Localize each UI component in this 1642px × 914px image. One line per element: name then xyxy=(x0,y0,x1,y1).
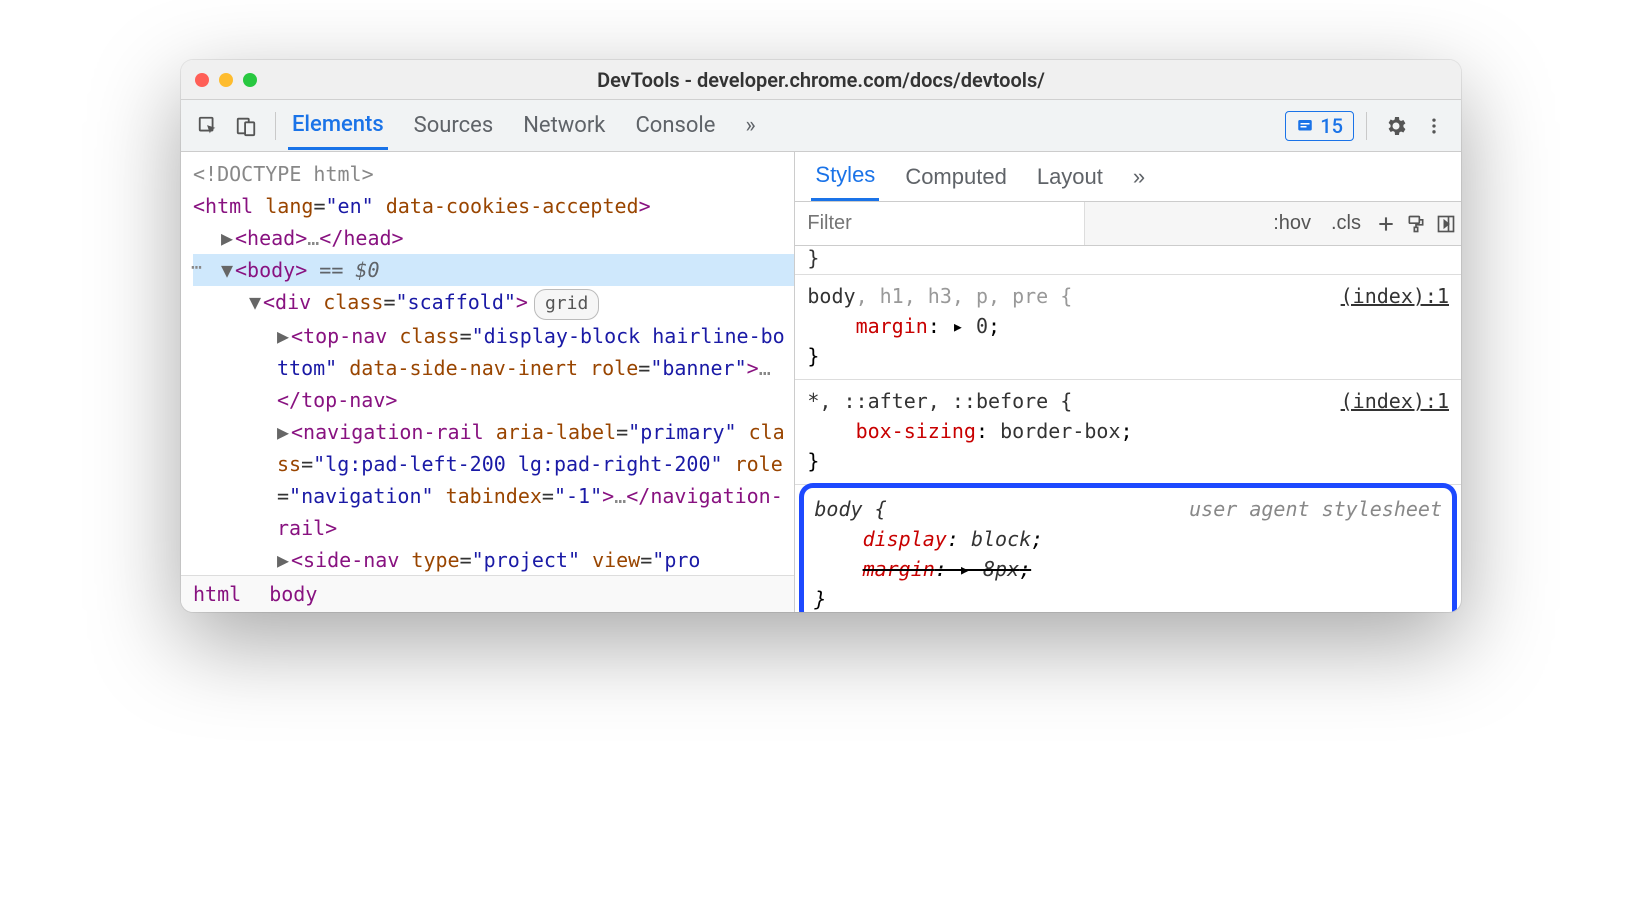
cls-toggle[interactable]: .cls xyxy=(1321,202,1371,245)
filter-input[interactable] xyxy=(795,202,1085,245)
more-menu-icon[interactable] xyxy=(1417,109,1451,143)
titlebar: DevTools - developer.chrome.com/docs/dev… xyxy=(181,60,1461,100)
devtools-window: DevTools - developer.chrome.com/docs/dev… xyxy=(181,60,1461,612)
window-title: DevTools - developer.chrome.com/docs/dev… xyxy=(181,68,1461,92)
rule-source-link[interactable]: (index):1 xyxy=(1341,386,1449,416)
panel-tabs: Elements Sources Network Console » xyxy=(288,102,760,150)
sidebar-tabs: Styles Computed Layout » xyxy=(795,152,1461,202)
traffic-lights xyxy=(195,73,257,87)
subtabs-overflow[interactable]: » xyxy=(1129,154,1149,200)
styles-panel: Styles Computed Layout » :hov .cls } (in… xyxy=(795,152,1461,612)
paint-icon[interactable] xyxy=(1401,214,1431,234)
main-toolbar: Elements Sources Network Console » 15 xyxy=(181,100,1461,152)
settings-icon[interactable] xyxy=(1379,109,1413,143)
elements-panel: <!DOCTYPE html> <html lang="en" data-coo… xyxy=(181,152,795,612)
tab-network[interactable]: Network xyxy=(519,103,609,148)
crumb-body[interactable]: body xyxy=(269,582,317,606)
rule-fragment: } xyxy=(795,246,1461,275)
inspect-icon[interactable] xyxy=(191,109,225,143)
styles-toolbar: :hov .cls xyxy=(795,202,1461,246)
issues-count: 15 xyxy=(1320,114,1343,138)
breadcrumb: html body xyxy=(181,575,794,612)
computed-toggle-icon[interactable] xyxy=(1431,214,1461,234)
separator xyxy=(275,112,276,140)
separator xyxy=(1366,112,1367,140)
maximize-window-button[interactable] xyxy=(243,73,257,87)
css-rule[interactable]: (index):1 body, h1, h3, p, pre { margin:… xyxy=(795,275,1461,380)
crumb-html[interactable]: html xyxy=(193,582,241,606)
dom-html[interactable]: <html lang="en" data-cookies-accepted> xyxy=(193,190,794,222)
grid-badge[interactable]: grid xyxy=(534,289,599,320)
dom-navrail[interactable]: ▶<navigation-rail aria-label="primary" c… xyxy=(193,416,794,544)
tabs-overflow[interactable]: » xyxy=(741,103,759,148)
tab-elements[interactable]: Elements xyxy=(288,102,388,150)
dom-scaffold[interactable]: ▼<div class="scaffold">grid xyxy=(193,286,794,320)
tab-styles[interactable]: Styles xyxy=(811,152,879,201)
dom-doctype[interactable]: <!DOCTYPE html> xyxy=(193,158,794,190)
device-toggle-icon[interactable] xyxy=(229,109,263,143)
rules-list: } (index):1 body, h1, h3, p, pre { margi… xyxy=(795,246,1461,612)
dom-head[interactable]: ▶<head>…</head> xyxy=(193,222,794,254)
dom-sidenav[interactable]: ▶<side-nav type="project" view="pro xyxy=(193,544,794,575)
css-rule[interactable]: (index):1 *, ::after, ::before { box-siz… xyxy=(795,380,1461,485)
rule-source-label: user agent stylesheet xyxy=(1189,494,1442,524)
tab-computed[interactable]: Computed xyxy=(901,154,1011,200)
tab-console[interactable]: Console xyxy=(631,103,719,148)
dom-topnav[interactable]: ▶<top-nav class="display-block hairline-… xyxy=(193,320,794,416)
new-rule-icon[interactable] xyxy=(1371,214,1401,234)
close-window-button[interactable] xyxy=(195,73,209,87)
dom-tree[interactable]: <!DOCTYPE html> <html lang="en" data-coo… xyxy=(181,152,794,575)
dom-body-selected[interactable]: ▼<body> == $0 xyxy=(193,254,794,286)
hov-toggle[interactable]: :hov xyxy=(1263,202,1321,245)
tab-sources[interactable]: Sources xyxy=(410,103,498,148)
rule-source-link[interactable]: (index):1 xyxy=(1341,281,1449,311)
minimize-window-button[interactable] xyxy=(219,73,233,87)
css-rule-user-agent[interactable]: user agent stylesheet body { display: bl… xyxy=(799,483,1457,612)
content-split: <!DOCTYPE html> <html lang="en" data-coo… xyxy=(181,152,1461,612)
issues-badge[interactable]: 15 xyxy=(1285,111,1354,141)
tab-layout[interactable]: Layout xyxy=(1033,154,1107,200)
